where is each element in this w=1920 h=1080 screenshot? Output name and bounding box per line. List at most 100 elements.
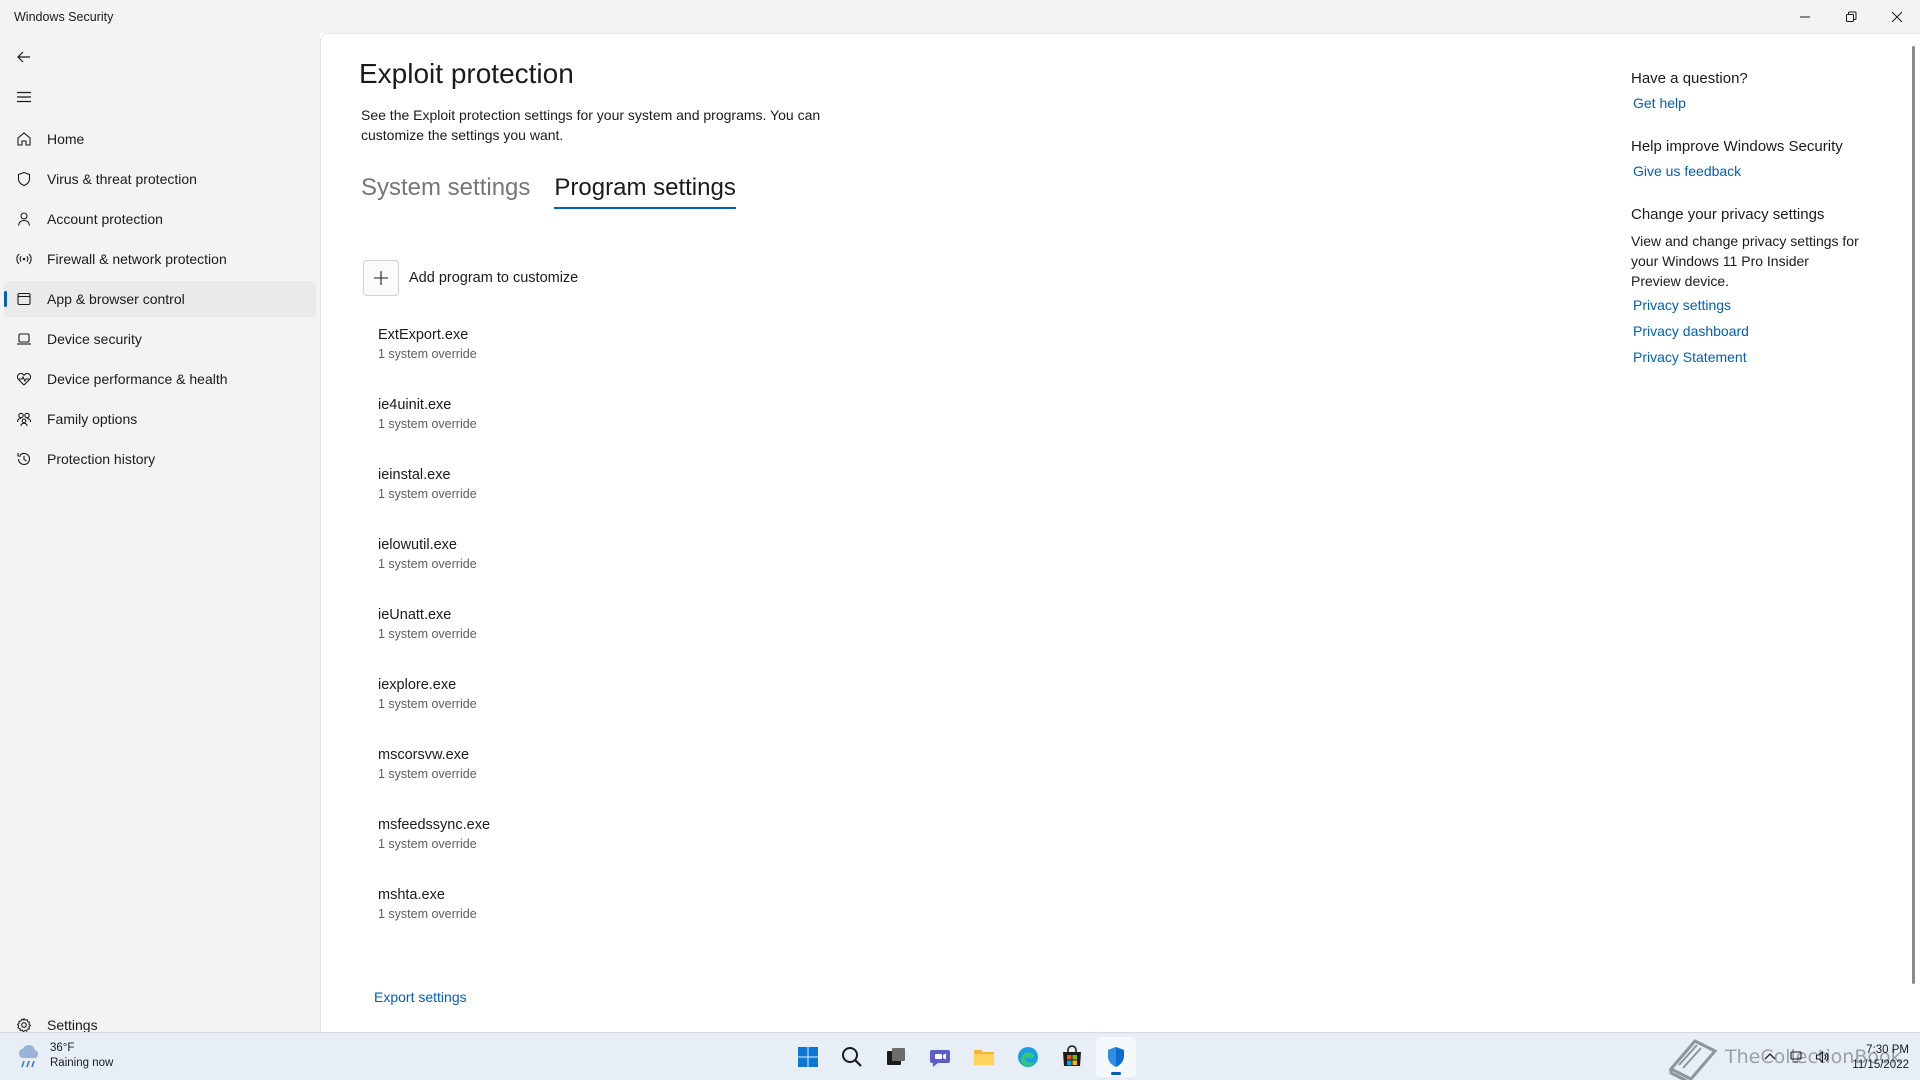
wireless-icon (16, 251, 32, 267)
windows-start-icon[interactable] (788, 1037, 828, 1077)
sidebar-item-home[interactable]: Home (4, 121, 316, 157)
privacy-text: View and change privacy settings for you… (1631, 233, 1859, 289)
sidebar-item-device-security[interactable]: Device security (4, 321, 316, 357)
title-bar: Windows Security (0, 0, 1920, 33)
sidebar-item-label: Firewall & network protection (47, 251, 227, 267)
close-icon (1891, 11, 1903, 22)
network-icon[interactable] (1786, 1047, 1806, 1067)
improve-heading: Help improve Windows Security (1631, 138, 1843, 155)
file-explorer-icon[interactable] (964, 1037, 1004, 1077)
shield-icon (16, 171, 32, 187)
program-detail: 1 system override (378, 697, 477, 711)
chevron-up-icon[interactable] (1760, 1047, 1780, 1067)
list-item[interactable]: ieUnatt.exe 1 system override (378, 606, 778, 676)
sidebar-item-label: App & browser control (47, 291, 185, 307)
back-arrow-icon (17, 51, 30, 63)
window-title: Windows Security (14, 10, 114, 24)
program-name: mscorsvw.exe (378, 747, 470, 763)
get-help-link[interactable]: Get help (1633, 95, 1861, 111)
privacy-dashboard-link[interactable]: Privacy dashboard (1633, 323, 1861, 339)
sidebar-item-label: Protection history (47, 451, 156, 467)
chat-icon[interactable] (920, 1037, 960, 1077)
heart-pulse-icon (16, 371, 32, 387)
sidebar-item-account-protection[interactable]: Account protection (4, 201, 316, 237)
close-button[interactable] (1874, 0, 1920, 33)
program-name: ExtExport.exe (378, 327, 469, 343)
program-name: msfeedssync.exe (378, 817, 491, 833)
program-detail: 1 system override (378, 767, 477, 781)
question-heading: Have a question? (1631, 70, 1748, 87)
sidebar-item-protection-history[interactable]: Protection history (4, 441, 316, 477)
sidebar-item-label: Family options (47, 411, 138, 427)
program-list: ExtExport.exe 1 system override ie4uinit… (378, 326, 778, 956)
program-detail: 1 system override (378, 907, 477, 921)
list-item[interactable]: iexplore.exe 1 system override (378, 676, 778, 746)
settings-label: Settings (47, 1017, 98, 1033)
privacy-statement-link[interactable]: Privacy Statement (1633, 349, 1861, 365)
sidebar-item-label: Virus & threat protection (47, 171, 197, 187)
plus-icon (363, 260, 399, 296)
privacy-section: Change your privacy settings View and ch… (1631, 206, 1861, 365)
program-name: mshta.exe (378, 887, 445, 903)
privacy-heading: Change your privacy settings (1631, 206, 1825, 223)
program-detail: 1 system override (378, 347, 477, 361)
list-item[interactable]: mshta.exe 1 system override (378, 886, 778, 956)
right-panel: Have a question? Get help Help improve W… (1631, 70, 1861, 392)
program-name: ieinstal.exe (378, 467, 451, 483)
sidebar: Home Virus & threat protection Account p… (0, 33, 320, 1033)
person-icon (16, 211, 32, 227)
list-item[interactable]: ielowutil.exe 1 system override (378, 536, 778, 606)
app-window-icon (16, 291, 32, 307)
sidebar-item-firewall-network-protection[interactable]: Firewall & network protection (4, 241, 316, 277)
program-detail: 1 system override (378, 417, 477, 431)
tab-system-settings[interactable]: System settings (361, 174, 530, 209)
add-program-label: Add program to customize (409, 270, 579, 286)
program-detail: 1 system override (378, 627, 477, 641)
sidebar-item-virus-threat-protection[interactable]: Virus & threat protection (4, 161, 316, 197)
feedback-section: Help improve Windows Security Give us fe… (1631, 138, 1861, 179)
clock-date: 11/15/2022 (1852, 1059, 1909, 1071)
help-section: Have a question? Get help (1631, 70, 1861, 111)
give-feedback-link[interactable]: Give us feedback (1633, 163, 1861, 179)
sidebar-item-app-browser-control[interactable]: App & browser control (4, 281, 316, 317)
system-tray (1760, 1047, 1838, 1067)
clock-time: 7:30 PM (1866, 1044, 1909, 1056)
program-name: ielowutil.exe (378, 537, 457, 553)
list-item[interactable]: ie4uinit.exe 1 system override (378, 396, 778, 466)
menu-button[interactable] (8, 81, 40, 113)
list-item[interactable]: msfeedssync.exe 1 system override (378, 816, 778, 886)
export-settings-link[interactable]: Export settings (374, 989, 467, 1005)
program-detail: 1 system override (378, 487, 477, 501)
volume-icon[interactable] (1812, 1047, 1832, 1067)
privacy-settings-link[interactable]: Privacy settings (1633, 297, 1861, 313)
task-view-icon[interactable] (876, 1037, 916, 1077)
scrollbar[interactable] (1912, 46, 1915, 984)
program-name: ieUnatt.exe (378, 607, 452, 623)
add-program-button[interactable]: Add program to customize (363, 260, 578, 296)
restore-button[interactable] (1828, 0, 1874, 33)
store-icon[interactable] (1052, 1037, 1092, 1077)
list-item[interactable]: ieinstal.exe 1 system override (378, 466, 778, 536)
list-item[interactable]: ExtExport.exe 1 system override (378, 326, 778, 396)
rain-cloud-icon (18, 1045, 39, 1068)
tab-program-settings[interactable]: Program settings (554, 174, 736, 209)
weather-desc: Raining now (50, 1057, 114, 1069)
sidebar-item-family-options[interactable]: Family options (4, 401, 316, 437)
clock[interactable]: 7:30 PM 11/15/2022 (1845, 1043, 1909, 1073)
minimize-button[interactable] (1782, 0, 1828, 33)
taskbar: 36°F Raining now TheCollectionBook 7:30 … (0, 1032, 1920, 1080)
minimize-icon (1800, 16, 1810, 17)
restore-icon (1846, 11, 1857, 22)
edge-icon[interactable] (1008, 1037, 1048, 1077)
weather-widget[interactable]: 36°F Raining now (14, 1041, 113, 1071)
sidebar-item-label: Account protection (47, 211, 163, 227)
list-item[interactable]: mscorsvw.exe 1 system override (378, 746, 778, 816)
back-button[interactable] (8, 41, 40, 73)
search-icon[interactable] (832, 1037, 872, 1077)
program-name: ie4uinit.exe (378, 397, 452, 413)
nav-list: Home Virus & threat protection Account p… (0, 121, 320, 481)
sidebar-item-device-performance-health[interactable]: Device performance & health (4, 361, 316, 397)
program-detail: 1 system override (378, 837, 477, 851)
windows-security-icon[interactable] (1096, 1037, 1136, 1077)
program-detail: 1 system override (378, 557, 477, 571)
